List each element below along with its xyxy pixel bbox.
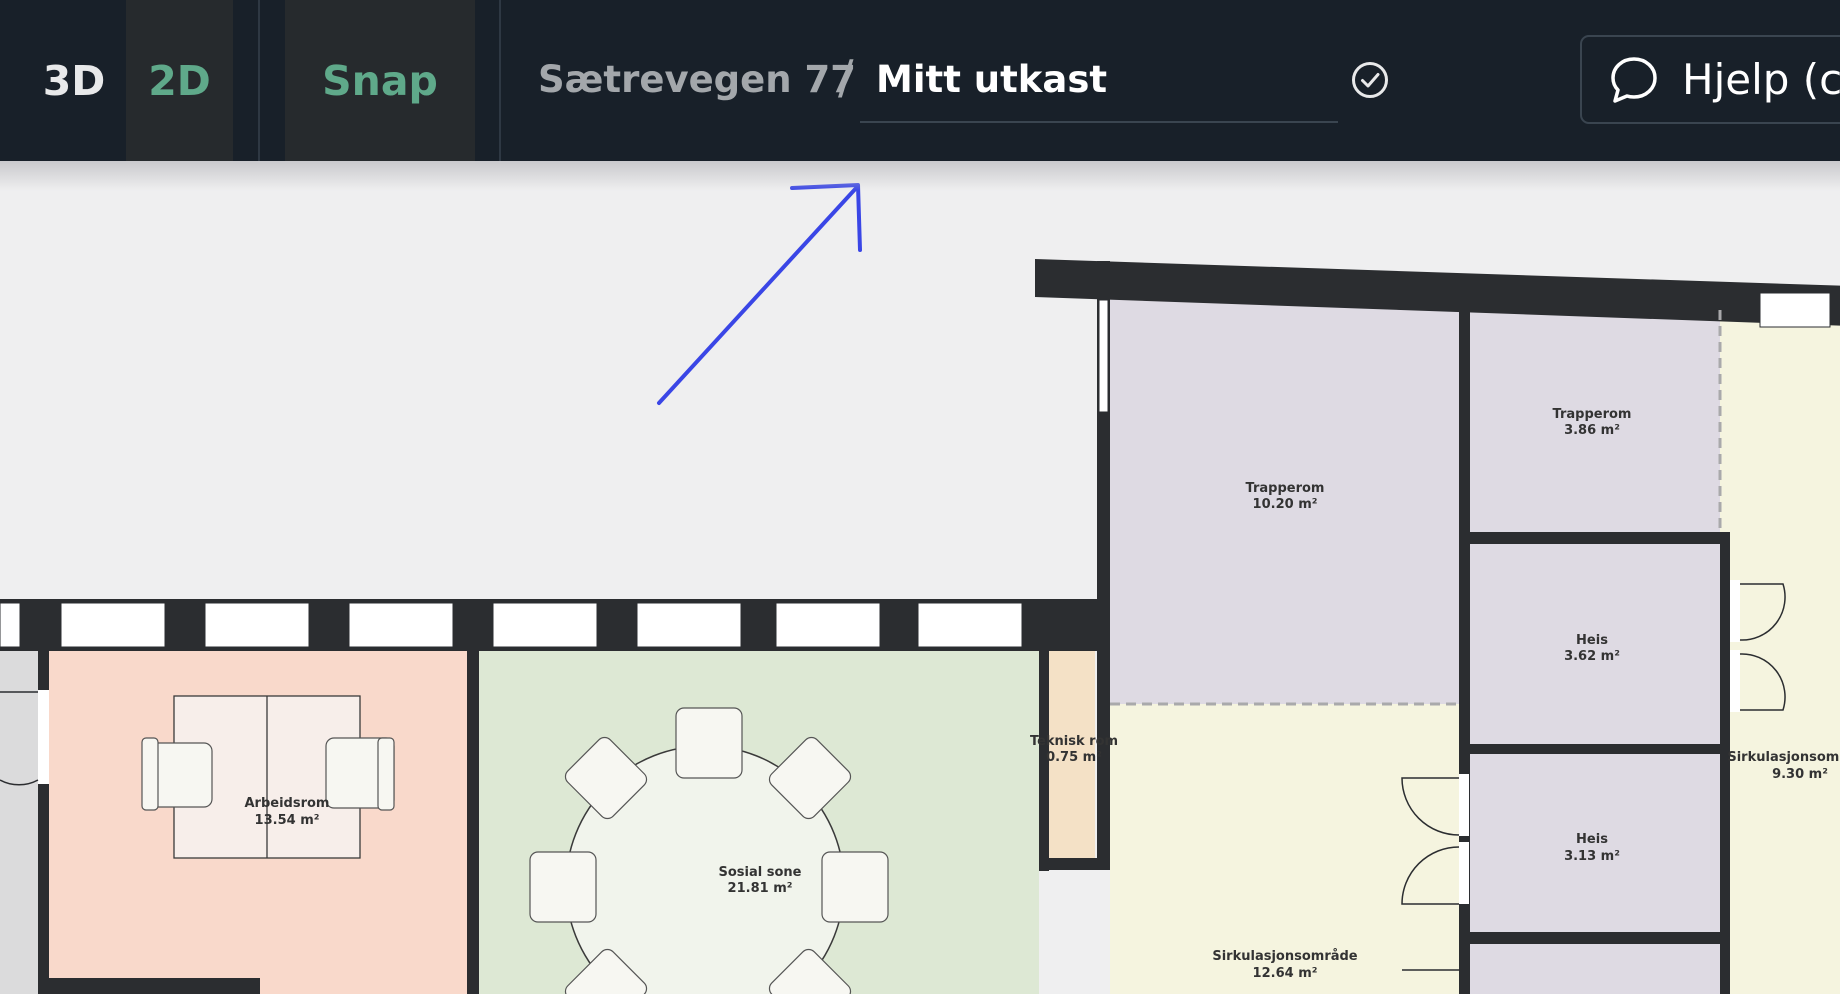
- check-circle-icon: [1352, 62, 1388, 98]
- room-left-edge[interactable]: [0, 651, 38, 994]
- room-name: Arbeidsrom: [245, 796, 330, 811]
- breadcrumb-address[interactable]: Sætrevegen 77: [538, 58, 856, 101]
- help-button[interactable]: Hjelp (c: [1580, 35, 1840, 124]
- help-label: Hjelp (c: [1682, 55, 1840, 104]
- room-area: 3.62 m²: [1564, 649, 1620, 664]
- room-area: 12.64 m²: [1253, 966, 1318, 981]
- room-name: Teknisk rom: [1030, 734, 1118, 749]
- room-area: 21.81 m²: [728, 881, 793, 896]
- snap-toggle-button[interactable]: Snap: [285, 0, 475, 161]
- room-name: Trapperom: [1246, 481, 1325, 496]
- toolbar-divider: [499, 0, 501, 161]
- room-area: 3.13 m²: [1564, 849, 1620, 864]
- room-area: 13.54 m²: [255, 813, 320, 828]
- view-3d-button[interactable]: 3D: [22, 0, 126, 161]
- breadcrumb-separator: /: [838, 50, 854, 104]
- room-heis-3[interactable]: [1469, 944, 1720, 994]
- room-trapperom-small[interactable]: [1469, 310, 1720, 534]
- room-name: Trapperom: [1553, 407, 1632, 422]
- annotation-arrow: [657, 183, 862, 405]
- room-name: Sosial sone: [719, 865, 802, 880]
- room-name: Heis: [1576, 832, 1608, 847]
- top-toolbar: 3D 2D Snap Sætrevegen 77 / Mitt utkast H…: [0, 0, 1840, 161]
- room-area: 9.30 m²: [1772, 767, 1828, 782]
- toolbar-divider: [258, 0, 260, 161]
- room-area: 10.20 m²: [1253, 497, 1318, 512]
- room-area: 3.86 m²: [1564, 423, 1620, 438]
- room-name: Sirkulasjonsområde: [1727, 750, 1840, 765]
- room-name: Sirkulasjonsområde: [1212, 949, 1357, 964]
- toolbar-shadow: [0, 161, 1840, 191]
- view-2d-button[interactable]: 2D: [126, 0, 233, 161]
- room-name: Heis: [1576, 633, 1608, 648]
- room-area: 0.75 m²: [1046, 750, 1102, 765]
- draft-name-input[interactable]: Mitt utkast: [876, 58, 1107, 101]
- draft-name-underline: [860, 121, 1338, 123]
- floorplan-canvas[interactable]: Trapperom 10.20 m² Trapperom 3.86 m² Hei…: [0, 161, 1840, 994]
- chat-bubble-icon: [1611, 56, 1657, 103]
